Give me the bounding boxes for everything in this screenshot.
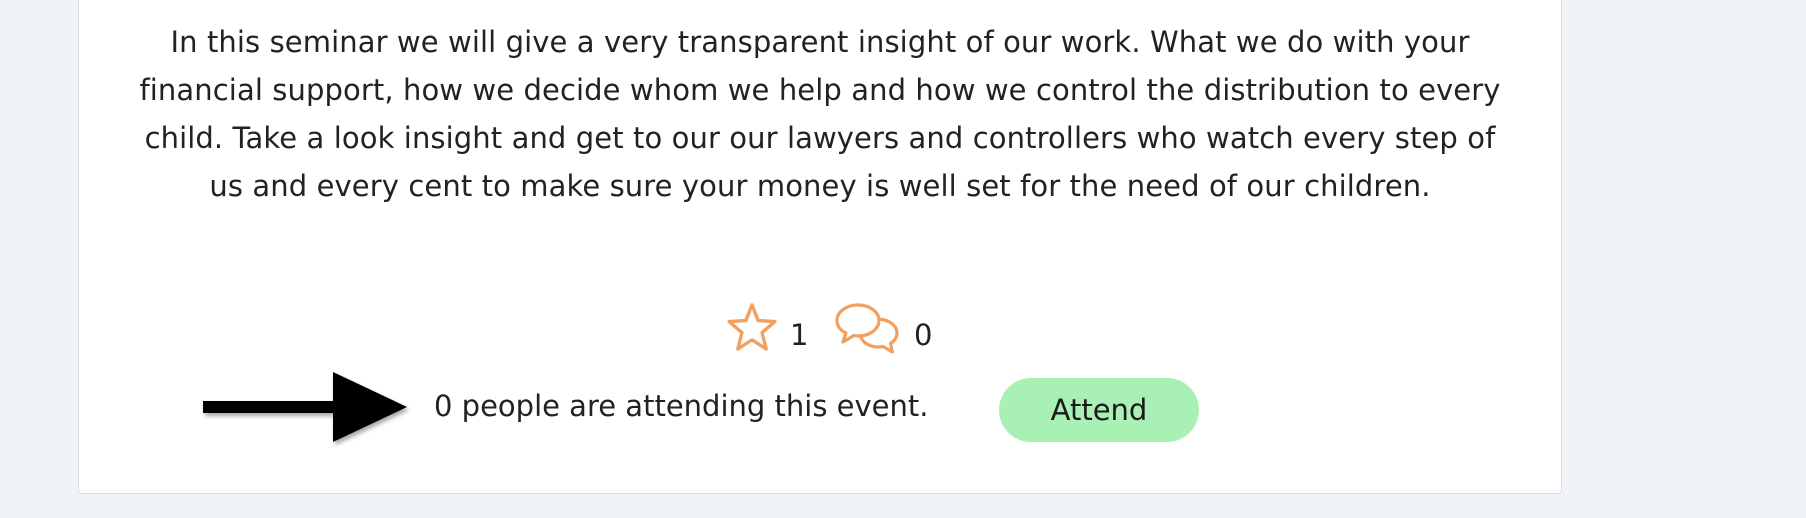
attend-button[interactable]: Attend xyxy=(999,378,1199,442)
event-stats: 1 0 xyxy=(79,298,1561,358)
event-card: In this seminar we will give a very tran… xyxy=(78,0,1562,494)
attendance-count-text: 0 people are attending this event. xyxy=(434,389,929,423)
star-count: 1 xyxy=(790,318,809,352)
star-icon[interactable] xyxy=(724,301,780,355)
speech-bubbles-icon[interactable] xyxy=(834,301,902,355)
comment-count: 0 xyxy=(914,318,933,352)
event-description: In this seminar we will give a very tran… xyxy=(139,25,1501,203)
arrow-right-icon xyxy=(203,372,407,442)
attendance-row: 0 people are attending this event. Atten… xyxy=(79,368,1561,448)
